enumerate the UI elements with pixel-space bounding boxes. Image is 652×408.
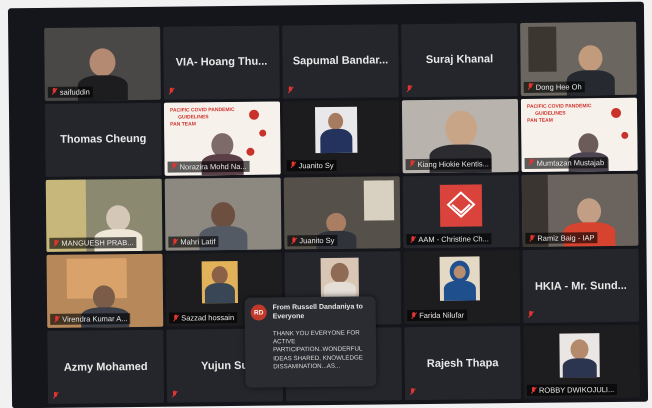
participant-tile[interactable]: PACIFIC COVID PANDEMIC GUIDELINES PAN TE… [163, 101, 281, 176]
participant-photo-frame [314, 106, 358, 153]
muted-mic-icon [172, 314, 179, 322]
participant-name: Rajesh Thapa [426, 356, 499, 370]
virus-graphic [621, 131, 629, 139]
slide-text: GUIDELINES [178, 114, 209, 121]
muted-mic-icon [51, 88, 58, 96]
participant-name: HKIA - Mr. Sund... [534, 279, 627, 293]
slide-text: GUIDELINES [535, 110, 566, 117]
participant-name-label: Dong Hee Oh [523, 81, 585, 93]
slide-text: PACIFIC COVID PANDEMIC [169, 106, 235, 114]
participant-tile[interactable]: Sapumal Bandar... [282, 24, 399, 99]
participant-name: Sapumal Bandar... [292, 54, 389, 68]
participant-photo-frame [559, 333, 600, 378]
participant-tile[interactable]: VIA- Hoang Thu... [163, 25, 280, 100]
muted-mic-icon [171, 163, 178, 171]
muted-mic-icon [290, 237, 297, 245]
slide-text: PAN TEAM [170, 121, 196, 128]
virus-graphic [259, 129, 267, 137]
participant-name-label: Sazzad hossain [169, 312, 238, 324]
participant-name: VIA- Hoang Thu... [175, 56, 268, 69]
participant-tile[interactable]: Mahri Latif [164, 177, 282, 252]
muted-mic-icon [409, 388, 416, 396]
muted-mic-icon [409, 160, 416, 168]
participant-photo-frame [320, 258, 359, 299]
participant-tile[interactable]: HKIA - Mr. Sund... [522, 249, 640, 324]
bookshelf-background [528, 26, 557, 72]
participant-tile[interactable]: ROBBY DWIKOJULI... [523, 324, 641, 399]
participant-name: Thomas Cheung [60, 133, 147, 146]
muted-mic-icon [527, 83, 534, 91]
muted-mic-icon [406, 85, 413, 93]
muted-mic-icon [52, 240, 59, 248]
participant-name-label: ROBBY DWIKOJULI... [526, 383, 618, 396]
muted-mic-icon [530, 386, 537, 394]
muted-mic-icon [168, 87, 175, 95]
participant-name-label: Norazira Mohd Na... [167, 160, 250, 173]
chat-message-popup[interactable]: RD From Russell Dandaniya to Everyone TH… [244, 296, 377, 388]
participant-tile[interactable]: Thomas Cheung [44, 102, 162, 177]
virus-graphic [246, 147, 255, 156]
background-window [363, 179, 395, 221]
participant-tile[interactable]: Virendra Kumar A... [46, 254, 164, 329]
muted-mic-icon [171, 391, 178, 399]
participant-name-label: saifuddin [47, 86, 93, 98]
participant-tile[interactable]: PACIFIC COVID PANDEMIC GUIDELINES PAN TE… [520, 97, 638, 172]
participant-tile[interactable]: Azmy Mohamed [47, 329, 165, 404]
participant-photo-frame [439, 256, 481, 302]
participant-name-label: Mahri Latif [168, 236, 219, 249]
slide-text: PAN TEAM [527, 117, 553, 124]
chat-sender-line: From Russell Dandaniya to Everyone [272, 303, 363, 321]
participant-tile[interactable]: MANGUESH PRAB... [45, 178, 163, 253]
participant-tile[interactable]: Ramiz Baig - IAP [521, 173, 639, 248]
participant-name: Suraj Khanal [425, 53, 494, 67]
participant-name-label: Mumtazan Mustajab [524, 156, 608, 169]
participant-tile[interactable]: Juanito Sy [282, 100, 400, 175]
muted-mic-icon [410, 312, 417, 320]
participant-tile[interactable]: saifuddin [44, 26, 161, 101]
participant-tile[interactable]: Dong Hee Oh [520, 21, 637, 96]
muted-mic-icon [528, 235, 535, 243]
participant-tile[interactable]: Kiang Hiokie Kentis... [401, 98, 519, 173]
participant-name-label: Juanito Sy [287, 235, 338, 247]
participant-photo-frame [201, 261, 239, 304]
organization-logo [439, 184, 483, 227]
participant-tile[interactable]: AAM - Christine Ch... [402, 174, 520, 249]
participant-tile[interactable]: Rajesh Thapa [404, 326, 522, 401]
participant-name-label: Ramiz Baig - IAP [525, 232, 598, 245]
muted-mic-icon [52, 392, 59, 400]
muted-mic-icon [527, 311, 534, 319]
participant-name-label: Kiang Hiokie Kentis... [405, 157, 492, 170]
muted-mic-icon [409, 236, 416, 244]
participant-name-label: Juanito Sy [286, 159, 337, 172]
muted-mic-icon [53, 315, 60, 323]
participant-tile[interactable]: Farida Nilufar [403, 250, 521, 325]
slide-text: PACIFIC COVID PANDEMIC [526, 103, 592, 110]
chat-message-text: THANK YOU EVERYONE FOR ACTIVE PARTICIPAT… [272, 329, 363, 371]
participant-name-label: AAM - Christine Ch... [406, 233, 492, 246]
muted-mic-icon [528, 159, 535, 167]
participant-name-label: MANGUESH PRAB... [49, 237, 137, 250]
sender-avatar: RD [250, 304, 267, 321]
virus-graphic [248, 109, 260, 120]
virus-graphic [610, 107, 622, 118]
participant-tile[interactable]: Juanito Sy [283, 175, 401, 250]
muted-mic-icon [171, 238, 178, 246]
muted-mic-icon [290, 161, 297, 169]
participant-name: Azmy Mohamed [63, 360, 148, 374]
muted-mic-icon [287, 86, 294, 94]
participant-name-label: Farida Nilufar [407, 309, 468, 322]
participant-name-label: Virendra Kumar A... [50, 313, 131, 326]
participant-tile[interactable]: Suraj Khanal [401, 23, 518, 98]
